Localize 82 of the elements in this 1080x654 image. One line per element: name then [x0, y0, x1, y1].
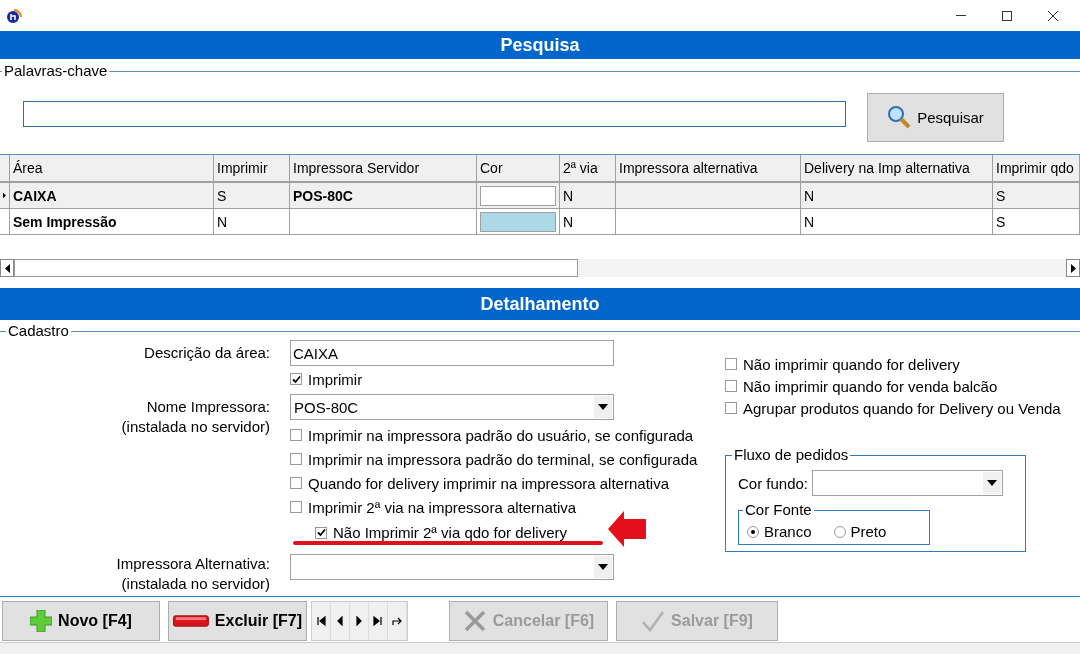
column-header[interactable]: Delivery na Imp alternativa [801, 155, 993, 181]
table-cell: N [560, 209, 616, 235]
annotation-arrow [608, 511, 646, 547]
section-header: Pesquisa [0, 31, 1080, 59]
checkbox[interactable] [725, 358, 737, 370]
field-label: Descrição da área: [143, 343, 270, 363]
column-header[interactable]: Impressora alternativa [616, 155, 801, 181]
column-header[interactable]: Área [10, 155, 214, 181]
checkbox-label: Imprimir na impressora padrão do terminal, se configurada [308, 450, 698, 468]
checkbox[interactable] [290, 429, 302, 441]
field-label: Impressora Alternativa: [115, 554, 270, 574]
checkbox[interactable] [290, 477, 302, 489]
section-header: Detalhamento [0, 288, 1080, 320]
plus-icon [30, 610, 53, 632]
navigator-button[interactable] [350, 602, 369, 640]
table-row[interactable]: CAIXA S POS-80C N N S [0, 183, 1080, 209]
caret-icon [987, 480, 998, 486]
navigator-button[interactable] [331, 602, 350, 640]
checkbox[interactable] [725, 380, 737, 392]
refresh-icon [392, 616, 402, 626]
row-pointer-icon [3, 191, 6, 200]
caret-icon [598, 404, 608, 410]
group-legend: Fluxo de pedidos [732, 446, 851, 464]
checkbox-label: Não imprimir quando for venda balcão [743, 377, 998, 395]
color-select[interactable] [812, 470, 1004, 496]
table-cell: N [214, 209, 290, 235]
checkbox[interactable] [315, 526, 327, 539]
field-hint: (instalada no servidor) [120, 574, 270, 594]
scrollbar-thumb[interactable] [14, 259, 578, 277]
checkbox-label: Não Imprimir 2ª via qdo for delivery [333, 524, 567, 541]
field-label: Nome Impressora: [145, 397, 270, 417]
last-icon [373, 616, 383, 626]
checkbox-label: Não imprimir quando for delivery [743, 355, 960, 373]
keyword-field[interactable] [23, 101, 846, 127]
delete-button[interactable]: Excluir [F7] [168, 601, 307, 641]
radio-label: Preto [850, 523, 887, 540]
field-hint: (instalada no servidor) [120, 417, 270, 437]
add-button[interactable]: Novo [F4] [2, 601, 160, 641]
checkbox[interactable] [290, 453, 302, 465]
checkbox[interactable] [290, 501, 302, 513]
navigator-button[interactable] [312, 602, 331, 640]
field-label: Cor fundo: [738, 474, 809, 492]
checkbox-label: Quando for delivery imprimir na impressora alternativa [308, 474, 669, 492]
app-logo-icon [6, 7, 22, 24]
left-arrow-icon [4, 263, 10, 273]
radio-label: Branco [764, 523, 812, 540]
dropdown-button[interactable] [983, 472, 1002, 494]
navigator-button[interactable] [369, 602, 388, 640]
column-header[interactable]: Impressora Servidor [290, 155, 477, 181]
dropdown-button[interactable] [594, 556, 612, 578]
dropdown-button[interactable] [594, 396, 612, 418]
scroll-left-button[interactable] [0, 259, 14, 277]
close-icon[interactable] [1048, 10, 1058, 21]
checkbox-label: Imprimir na impressora padrão do usuário, se configurada [308, 426, 694, 444]
column-header[interactable]: 2ª via [560, 155, 616, 181]
table-cell: S [993, 209, 1080, 235]
scroll-right-button[interactable] [1066, 259, 1080, 277]
column-header[interactable]: Imprimir [214, 155, 290, 181]
search-button[interactable]: Pesquisar [867, 92, 1004, 142]
caret-icon [598, 564, 608, 570]
check-icon [641, 610, 666, 632]
table-cell: Sem Impressão [10, 209, 214, 235]
next-icon [354, 616, 364, 626]
checkbox-label: Agrupar produtos quando for Delivery ou Venda [743, 399, 1061, 417]
previous-icon [335, 616, 345, 626]
search-icon [887, 105, 912, 129]
checkbox[interactable] [290, 373, 302, 385]
checkbox[interactable] [725, 402, 737, 414]
table-cell: N [801, 209, 993, 235]
first-icon [316, 616, 326, 626]
minus-icon [173, 615, 209, 627]
close-icon [462, 609, 487, 633]
printer-select[interactable]: POS-80C [290, 394, 614, 420]
table-row[interactable]: Sem Impressão N N N S [0, 209, 1080, 235]
checkbox-label: Imprimir 2ª via na impressora alternativa [308, 498, 577, 516]
maximize-icon[interactable] [1002, 10, 1012, 21]
column-header[interactable]: Cor [477, 155, 560, 181]
checkbox-label: Imprimir [308, 370, 363, 388]
horizontal-scrollbar[interactable] [0, 259, 1080, 277]
description-field[interactable]: CAIXA [290, 340, 614, 366]
right-arrow-icon [1070, 263, 1076, 273]
column-header[interactable]: Imprimir qdo [993, 155, 1080, 181]
